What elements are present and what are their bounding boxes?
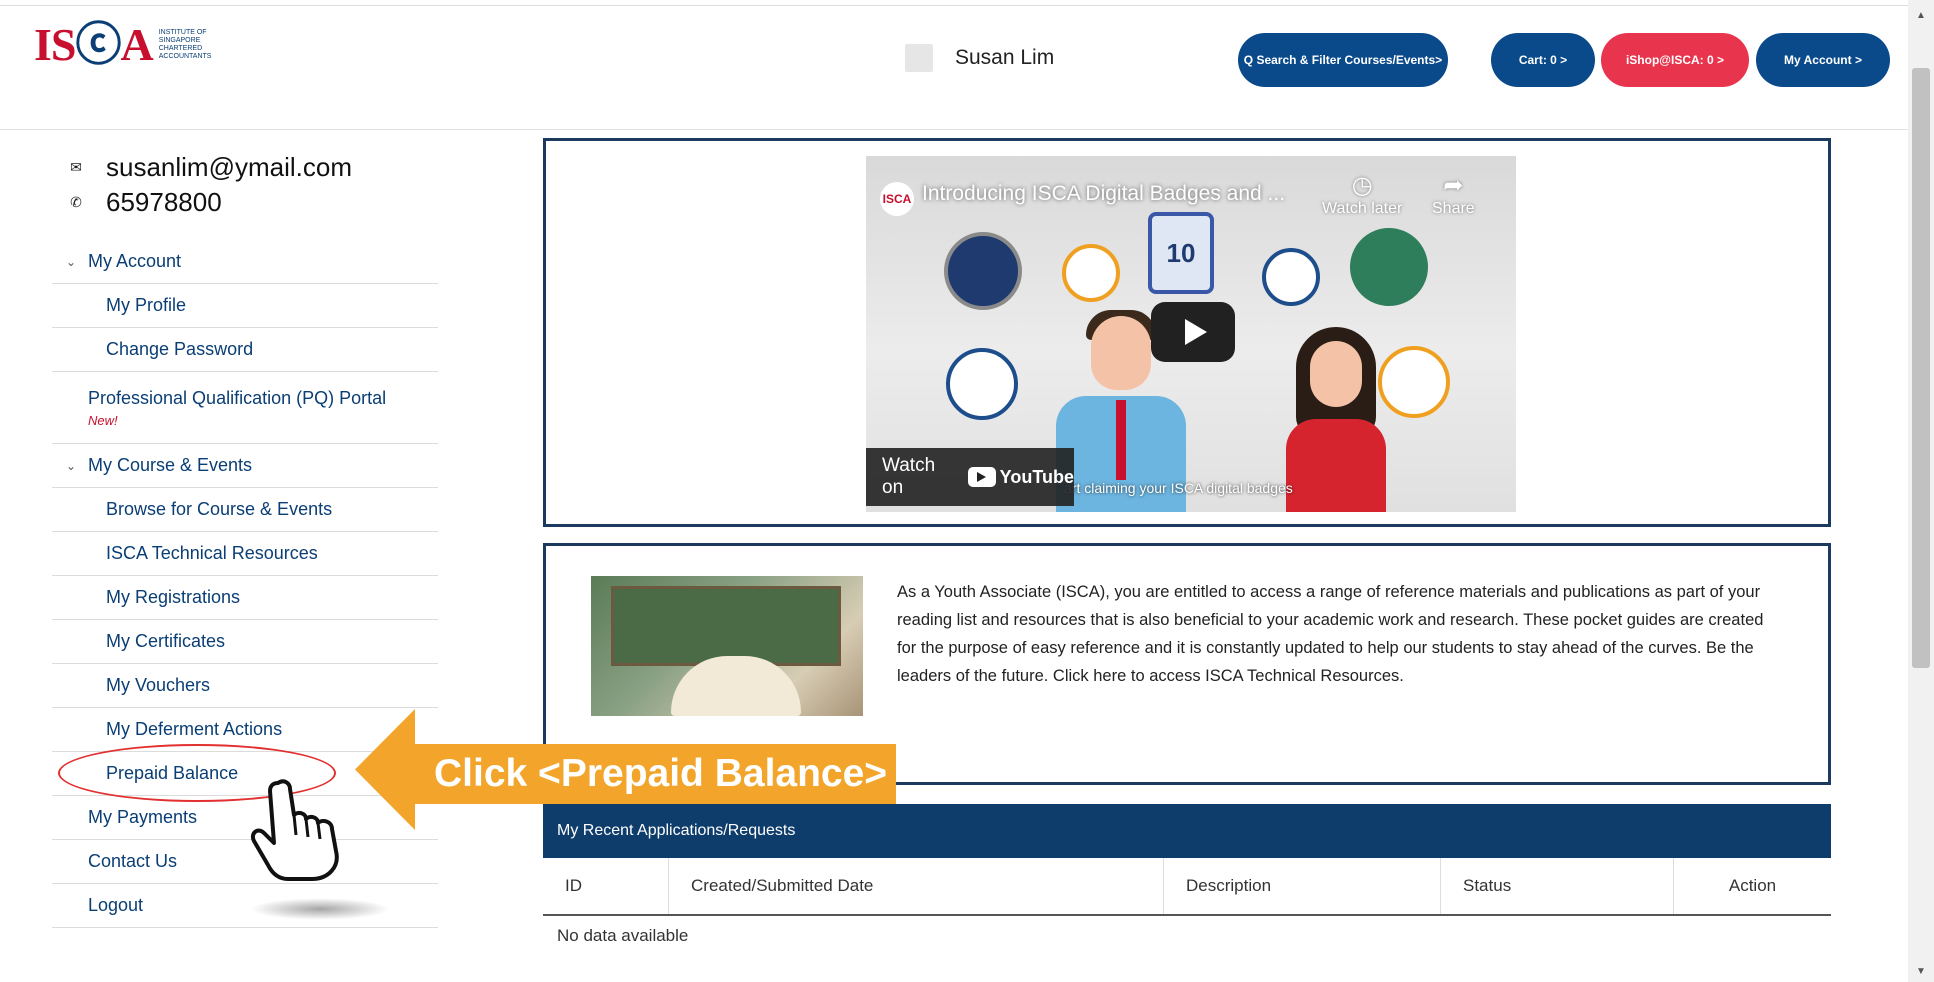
share-label: Share [1432,200,1475,217]
clock-icon: ◷ [1351,172,1373,199]
chalkboard-shape [611,586,841,666]
logo-text: Institute of Singapore Chartered Account… [158,29,212,60]
my-account-button[interactable]: My Account > [1756,33,1890,87]
new-badge: New! [88,412,118,428]
column-header-status[interactable]: Status [1441,858,1674,914]
menu-group-label: My Course & Events [88,455,253,475]
scroll-thumb[interactable] [1912,68,1930,668]
page-scrollbar[interactable]: ▲ ▼ [1908,0,1934,982]
sidebar-item-pq-portal[interactable]: Professional Qualification (PQ) Portal N… [52,372,438,444]
youtube-logo: YouTube [967,466,1074,488]
browser-top-line [0,0,1908,6]
phone-icon: ✆ [70,194,82,210]
instruction-callout: Click <Prepaid Balance> [355,709,896,830]
resources-image [591,576,863,716]
badge-image [1062,244,1120,302]
column-header-action[interactable]: Action [1674,858,1831,914]
badge-image [946,348,1018,420]
badge-image [1262,248,1320,306]
scroll-down-arrow-icon[interactable]: ▼ [1908,962,1934,982]
menu-group-my-course-events[interactable]: ⌄ My Course & Events [52,444,438,488]
pointing-hand-icon [251,779,339,881]
watch-later-button[interactable]: ◷ Watch later [1322,172,1402,218]
info-text[interactable]: As a Youth Associate (ISCA), you are ent… [897,578,1777,690]
email-text: susanlim@ymail.com [106,152,352,182]
share-button[interactable]: ➦ Share [1432,172,1475,218]
chevron-down-icon: ⌄ [66,254,77,269]
ishop-button[interactable]: iShop@ISCA: 0 > [1601,33,1749,87]
menu-group-my-account[interactable]: ⌄ My Account [52,240,438,284]
video-caption: art claiming your ISCA digital badges [1064,480,1293,496]
watch-on-youtube-button[interactable]: Watch on YouTube [866,448,1074,506]
sidebar-item-change-password[interactable]: Change Password [52,328,438,372]
badge-image [1350,228,1428,306]
user-info: Susan Lim [905,44,1054,72]
empty-table-message: No data available [557,926,689,945]
sidebar-item-contact-us[interactable]: Contact Us [52,840,438,884]
badge-ten-years: 10 [1148,212,1214,294]
youtube-video[interactable]: 10 ISCA Introducing ISCA Digital Badges … [866,156,1516,512]
avatar [905,44,933,72]
scroll-up-arrow-icon[interactable]: ▲ [1908,6,1934,26]
phone-row: ✆ 65978800 [68,185,352,220]
logo-mark: ISⓒA [34,19,154,70]
table-header-row: ID Created/Submitted Date Description St… [543,858,1831,916]
watch-on-label: Watch on [882,455,936,498]
youtube-wordmark: YouTube [999,466,1074,487]
contact-info: ✉ susanlim@ymail.com ✆ 65978800 [68,150,352,220]
sidebar-item-vouchers[interactable]: My Vouchers [52,664,438,708]
sidebar-item-certificates[interactable]: My Certificates [52,620,438,664]
email-row: ✉ susanlim@ymail.com [68,150,352,185]
sidebar-item-technical-resources[interactable]: ISCA Technical Resources [52,532,438,576]
sidebar-item-registrations[interactable]: My Registrations [52,576,438,620]
isca-logo[interactable]: ISⓒA Institute of Singapore Chartered Ac… [34,22,239,68]
badge-image [944,232,1022,310]
sidebar-item-my-profile[interactable]: My Profile [52,284,438,328]
search-filter-button[interactable]: Q Search & Filter Courses/Events> [1238,33,1448,87]
decorative-shadow [250,898,390,920]
video-title[interactable]: Introducing ISCA Digital Badges and ... [922,182,1285,206]
column-header-id[interactable]: ID [543,858,669,914]
share-icon: ➦ [1443,172,1464,199]
column-header-date[interactable]: Created/Submitted Date [669,858,1164,914]
watch-later-label: Watch later [1322,200,1403,217]
phone-text: 65978800 [106,187,222,217]
site-header: ISⓒA Institute of Singapore Chartered Ac… [0,0,1908,130]
channel-avatar[interactable]: ISCA [880,182,914,216]
chevron-down-icon: ⌄ [66,458,77,473]
user-name: Susan Lim [955,46,1055,69]
video-panel: 10 ISCA Introducing ISCA Digital Badges … [543,138,1831,527]
play-button[interactable] [1151,302,1235,362]
column-header-description[interactable]: Description [1164,858,1441,914]
callout-text: Click <Prepaid Balance> [414,744,896,804]
cart-button[interactable]: Cart: 0 > [1491,33,1595,87]
sidebar-item-label: Professional Qualification (PQ) Portal [88,387,387,408]
envelope-icon: ✉ [70,159,82,175]
sidebar-item-browse[interactable]: Browse for Course & Events [52,488,438,532]
menu-group-label: My Account [88,251,182,271]
play-icon [1185,319,1207,345]
youtube-play-icon [967,467,996,487]
